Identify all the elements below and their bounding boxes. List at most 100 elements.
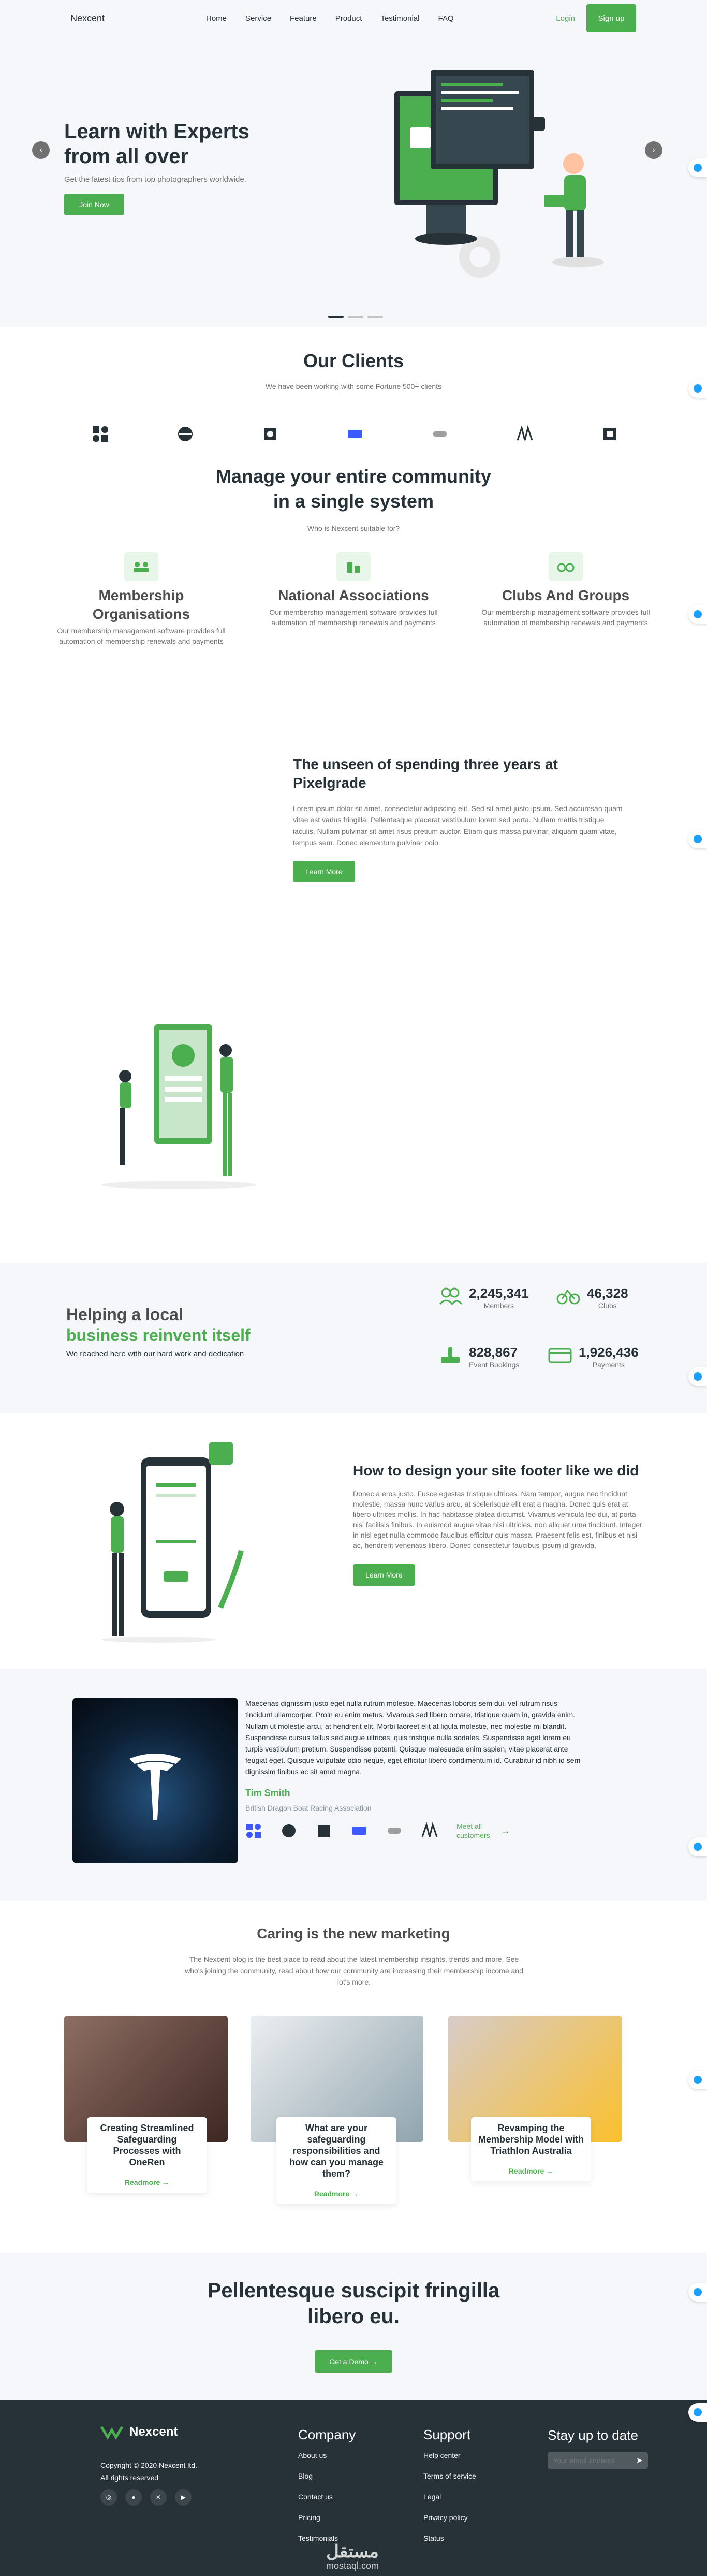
nav-service[interactable]: Service xyxy=(245,14,271,23)
design-learn-more-button[interactable]: Learn More xyxy=(353,1564,415,1586)
nav-testimonial[interactable]: Testimonial xyxy=(380,14,419,23)
blog-post[interactable]: Creating Streamlined Safeguarding Proces… xyxy=(64,2016,228,2193)
meet-all-customers-link[interactable]: Meet all customers xyxy=(456,1821,498,1840)
footer-support-title: Support xyxy=(423,2427,471,2442)
carousel-dot[interactable] xyxy=(348,316,363,318)
footer-link[interactable]: Pricing xyxy=(298,2513,356,2522)
carousel-dot[interactable] xyxy=(367,316,383,318)
unseen-title: The unseen of spending three years at Pi… xyxy=(293,756,558,791)
blog-caption: Revamping the Membership Model with Tria… xyxy=(471,2117,591,2181)
instagram-icon[interactable]: ◎ xyxy=(100,2489,117,2506)
stat-label: Members xyxy=(483,1301,514,1310)
unseen-text-block: The unseen of spending three years at Pi… xyxy=(293,755,624,882)
unseen-illustration xyxy=(101,1024,257,1189)
feature-cards: Membership Organisations Our membership … xyxy=(0,552,707,646)
client-logo xyxy=(597,422,622,446)
footer-link[interactable]: Status xyxy=(423,2534,476,2542)
blog-post[interactable]: Revamping the Membership Model with Tria… xyxy=(448,2016,622,2181)
stats-section: Helping a local business reinvent itself… xyxy=(0,1263,707,1413)
accessibility-button[interactable] xyxy=(688,605,707,624)
stat-payments: 1,926,436 Payments xyxy=(548,1344,639,1369)
accessibility-button[interactable] xyxy=(688,830,707,848)
community-title-line2: in a single system xyxy=(273,490,434,512)
feature-card: Clubs And Groups Our membership manageme… xyxy=(479,552,653,646)
accessibility-icon xyxy=(694,610,702,618)
footer-link[interactable]: About us xyxy=(298,2451,356,2459)
chevron-left-icon: ‹ xyxy=(39,146,42,154)
youtube-icon[interactable]: ▶ xyxy=(175,2489,192,2506)
testimonial-content: Maecenas dignissim justo eget nulla rutr… xyxy=(245,1698,585,1840)
footer-link[interactable]: Blog xyxy=(298,2472,356,2480)
accessibility-button[interactable] xyxy=(688,379,707,398)
accessibility-button[interactable] xyxy=(688,2071,707,2089)
login-link[interactable]: Login xyxy=(556,14,575,23)
footer-brand: Nexcent xyxy=(100,2425,178,2439)
client-logo xyxy=(246,1824,261,1838)
stats-subtitle: We reached here with our hard work and d… xyxy=(66,1350,244,1358)
accessibility-button[interactable] xyxy=(688,2403,707,2422)
footer-brand-name: Nexcent xyxy=(129,2425,178,2439)
footer-link[interactable]: Testimonials xyxy=(298,2534,356,2542)
cta-title-line2: libero eu. xyxy=(307,2305,400,2328)
blog-post-title: What are your safeguarding responsibilit… xyxy=(289,2123,384,2179)
accessibility-icon xyxy=(694,164,702,172)
unseen-learn-more-button[interactable]: Learn More xyxy=(293,861,355,882)
blog-caption: Creating Streamlined Safeguarding Proces… xyxy=(87,2117,207,2193)
accessibility-button[interactable] xyxy=(688,1837,707,1856)
nav-home[interactable]: Home xyxy=(206,14,227,23)
get-demo-button[interactable]: Get a Demo → xyxy=(315,2350,392,2373)
accessibility-button[interactable] xyxy=(688,158,707,177)
cta-title-line1: Pellentesque suscipit fringilla xyxy=(207,2279,500,2302)
feature-title: National Associations xyxy=(278,587,429,603)
twitter-icon[interactable]: ✕ xyxy=(150,2489,167,2506)
readmore-link[interactable]: Readmore → xyxy=(509,2162,553,2175)
footer-link[interactable]: Privacy policy xyxy=(423,2513,476,2522)
footer-link[interactable]: Contact us xyxy=(298,2493,356,2501)
send-icon[interactable]: ➤ xyxy=(636,2455,643,2466)
nav-faq[interactable]: FAQ xyxy=(438,14,453,23)
accessibility-button[interactable] xyxy=(688,1367,707,1386)
nav-product[interactable]: Product xyxy=(335,14,362,23)
footer: Nexcent Copyright © 2020 Nexcent ltd. Al… xyxy=(0,2400,707,2576)
stat-label: Payments xyxy=(592,1361,625,1369)
tesla-logo xyxy=(129,1754,181,1820)
hero-prev-button[interactable]: ‹ xyxy=(32,141,50,159)
nav-feature[interactable]: Feature xyxy=(290,14,317,23)
blog-post[interactable]: What are your safeguarding responsibilit… xyxy=(251,2016,423,2204)
accessibility-icon xyxy=(694,835,702,843)
readmore-link[interactable]: Readmore → xyxy=(314,2184,359,2198)
nexcent-logo-icon xyxy=(100,2426,123,2439)
carousel-dot[interactable] xyxy=(328,316,344,318)
newsletter-email-input[interactable] xyxy=(553,2456,636,2465)
client-logo xyxy=(512,422,537,446)
readmore-link[interactable]: Readmore → xyxy=(125,2173,169,2187)
watermark: مستقل mostaql.com xyxy=(326,2543,379,2571)
footer-link[interactable]: Terms of service xyxy=(423,2472,476,2480)
accessibility-icon xyxy=(694,2408,702,2416)
clients-section: Our Clients We have been working with so… xyxy=(0,327,707,645)
copyright-text: Copyright © 2020 Nexcent ltd. xyxy=(100,2461,197,2469)
stat-value: 2,245,341 xyxy=(469,1285,529,1301)
dribbble-icon[interactable]: ● xyxy=(125,2489,142,2506)
community-title: Manage your entire community in a single… xyxy=(0,464,707,514)
client-logo xyxy=(282,1824,296,1837)
footer-link[interactable]: Help center xyxy=(423,2451,476,2459)
client-logo xyxy=(343,422,367,446)
bicycle-icon xyxy=(549,552,583,581)
blog-caption: What are your safeguarding responsibilit… xyxy=(276,2117,396,2204)
logo[interactable]: Nexcent xyxy=(70,13,206,24)
building-icon xyxy=(336,552,371,581)
social-links: ◎ ● ✕ ▶ xyxy=(100,2489,192,2506)
watermark-text: مستقل xyxy=(326,2542,379,2561)
blog-post-title: Revamping the Membership Model with Tria… xyxy=(478,2123,584,2156)
rights-text: All rights reserved xyxy=(100,2473,159,2482)
users-icon xyxy=(124,552,158,581)
signup-button[interactable]: Sign up xyxy=(586,4,636,32)
client-logo xyxy=(173,422,198,446)
footer-link[interactable]: Legal xyxy=(423,2493,476,2501)
accessibility-button[interactable] xyxy=(688,2283,707,2302)
design-illustration xyxy=(101,1442,244,1643)
stat-members: 2,245,341 Members xyxy=(438,1285,529,1310)
feature-title: Membership Organisations xyxy=(92,587,190,622)
join-now-button[interactable]: Join Now xyxy=(64,194,124,215)
